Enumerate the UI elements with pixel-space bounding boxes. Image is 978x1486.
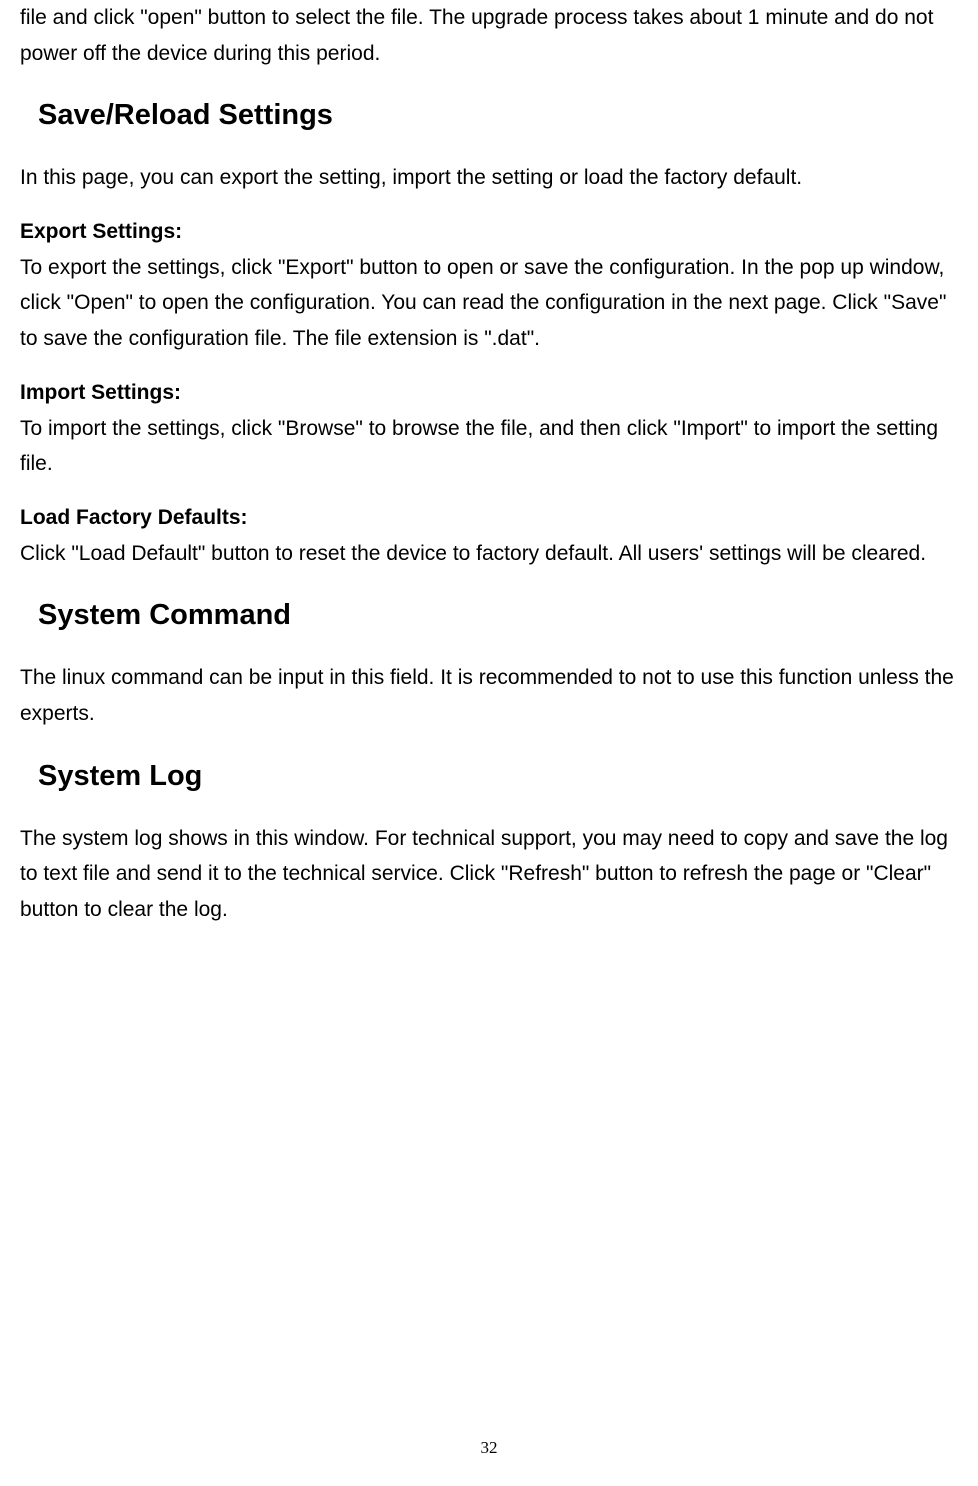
save-reload-intro: In this page, you can export the setting…	[20, 160, 958, 196]
import-settings-body: To import the settings, click "Browse" t…	[20, 411, 958, 482]
system-command-body: The linux command can be input in this f…	[20, 660, 958, 731]
export-settings-heading: Export Settings:	[20, 214, 958, 250]
load-default-heading: Load Factory Defaults:	[20, 500, 958, 536]
intro-paragraph: file and click "open" button to select t…	[20, 0, 958, 71]
load-default-body: Click "Load Default" button to reset the…	[20, 536, 958, 572]
import-settings-block: Import Settings: To import the settings,…	[20, 375, 958, 482]
export-settings-block: Export Settings: To export the settings,…	[20, 214, 958, 357]
system-command-heading: System Command	[38, 599, 958, 632]
page-number: 32	[0, 1438, 978, 1458]
save-reload-heading: Save/Reload Settings	[38, 99, 958, 132]
export-settings-body: To export the settings, click "Export" b…	[20, 250, 958, 357]
import-settings-heading: Import Settings:	[20, 375, 958, 411]
load-default-block: Load Factory Defaults: Click "Load Defau…	[20, 500, 958, 571]
system-log-body: The system log shows in this window. For…	[20, 821, 958, 928]
system-log-heading: System Log	[38, 760, 958, 793]
